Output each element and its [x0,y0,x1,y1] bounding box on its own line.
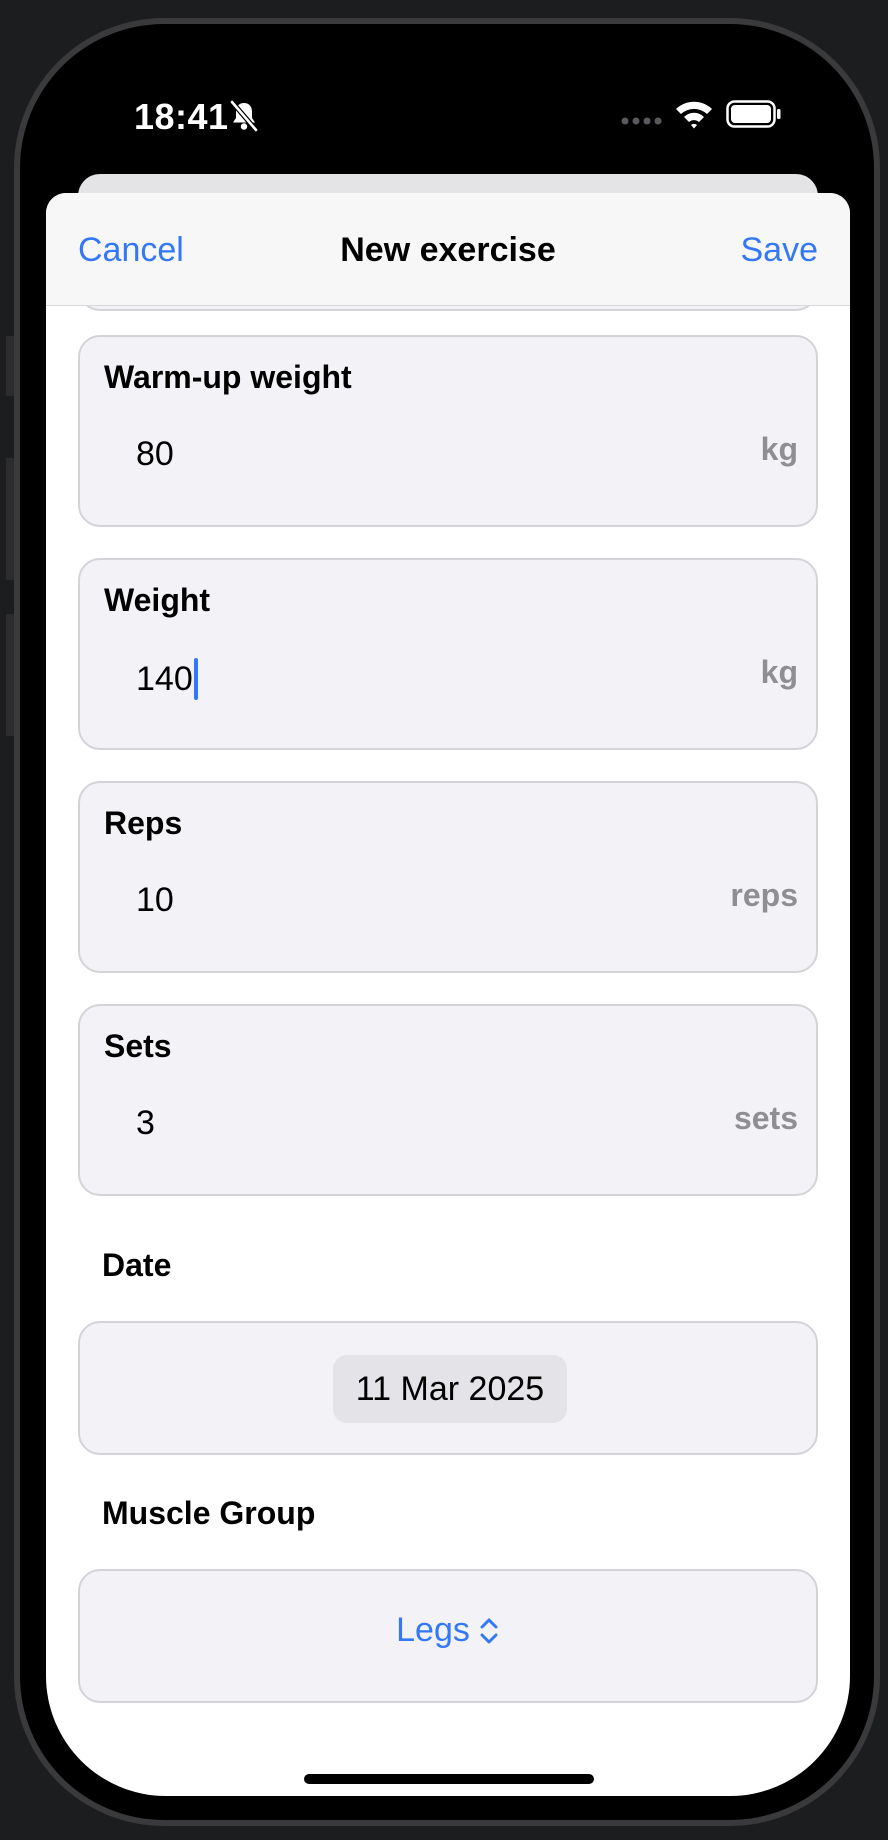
muscle-group-section-label: Muscle Group [102,1495,316,1531]
status-time: 18:41 [134,96,229,137]
date-section-label: Date [102,1247,172,1283]
reps-field[interactable]: Reps 10 reps [78,781,818,973]
field-label: Warm-up weight [104,359,352,395]
warmup-weight-input[interactable]: 80 [136,435,174,474]
home-indicator[interactable] [304,1774,594,1784]
cellular-signal-icon [621,117,662,125]
sets-field[interactable]: Sets 3 sets [78,1004,818,1196]
volume-down-button [6,614,14,736]
field-label: Weight [104,582,211,618]
volume-up-button [6,458,14,580]
sets-input[interactable]: 3 [136,1104,155,1143]
text-cursor [193,658,198,700]
weight-field[interactable]: Weight 140 kg [78,558,818,750]
field-value: 10 [136,881,174,919]
field-value: 80 [136,435,174,473]
field-unit: kg [760,431,798,467]
date-picker-button[interactable]: 11 Mar 2025 [333,1355,567,1423]
bell-slash-icon [230,100,258,132]
save-button[interactable]: Save [741,231,819,270]
muscle-group-picker-button[interactable]: Legs [80,1611,816,1650]
field-value: 3 [136,1104,155,1142]
new-exercise-sheet: Cancel New exercise Save Warm-up weight … [46,193,850,1796]
phone-screen: 18:41 Cancel New exercise Save Warm-up w… [46,36,850,1796]
battery-icon [726,100,781,128]
field-unit: sets [733,1100,798,1136]
field-label: Sets [104,1028,172,1064]
weight-input[interactable]: 140 [136,658,198,700]
wifi-icon [676,101,712,129]
field-value: 140 [136,659,193,698]
field-label: Reps [104,805,183,841]
page-title: New exercise [340,231,556,269]
field-unit: kg [760,654,798,690]
field-unit: reps [730,877,798,913]
silent-switch [6,336,14,396]
muscle-group-value: Legs [396,1611,470,1649]
warmup-weight-field[interactable]: Warm-up weight 80 kg [78,335,818,527]
date-picker-card: 11 Mar 2025 [78,1321,818,1455]
chevron-up-down-icon [480,1618,498,1643]
navigation-bar: Cancel New exercise Save [46,193,850,306]
reps-input[interactable]: 10 [136,881,174,920]
muscle-group-picker-card: Legs [78,1569,818,1703]
